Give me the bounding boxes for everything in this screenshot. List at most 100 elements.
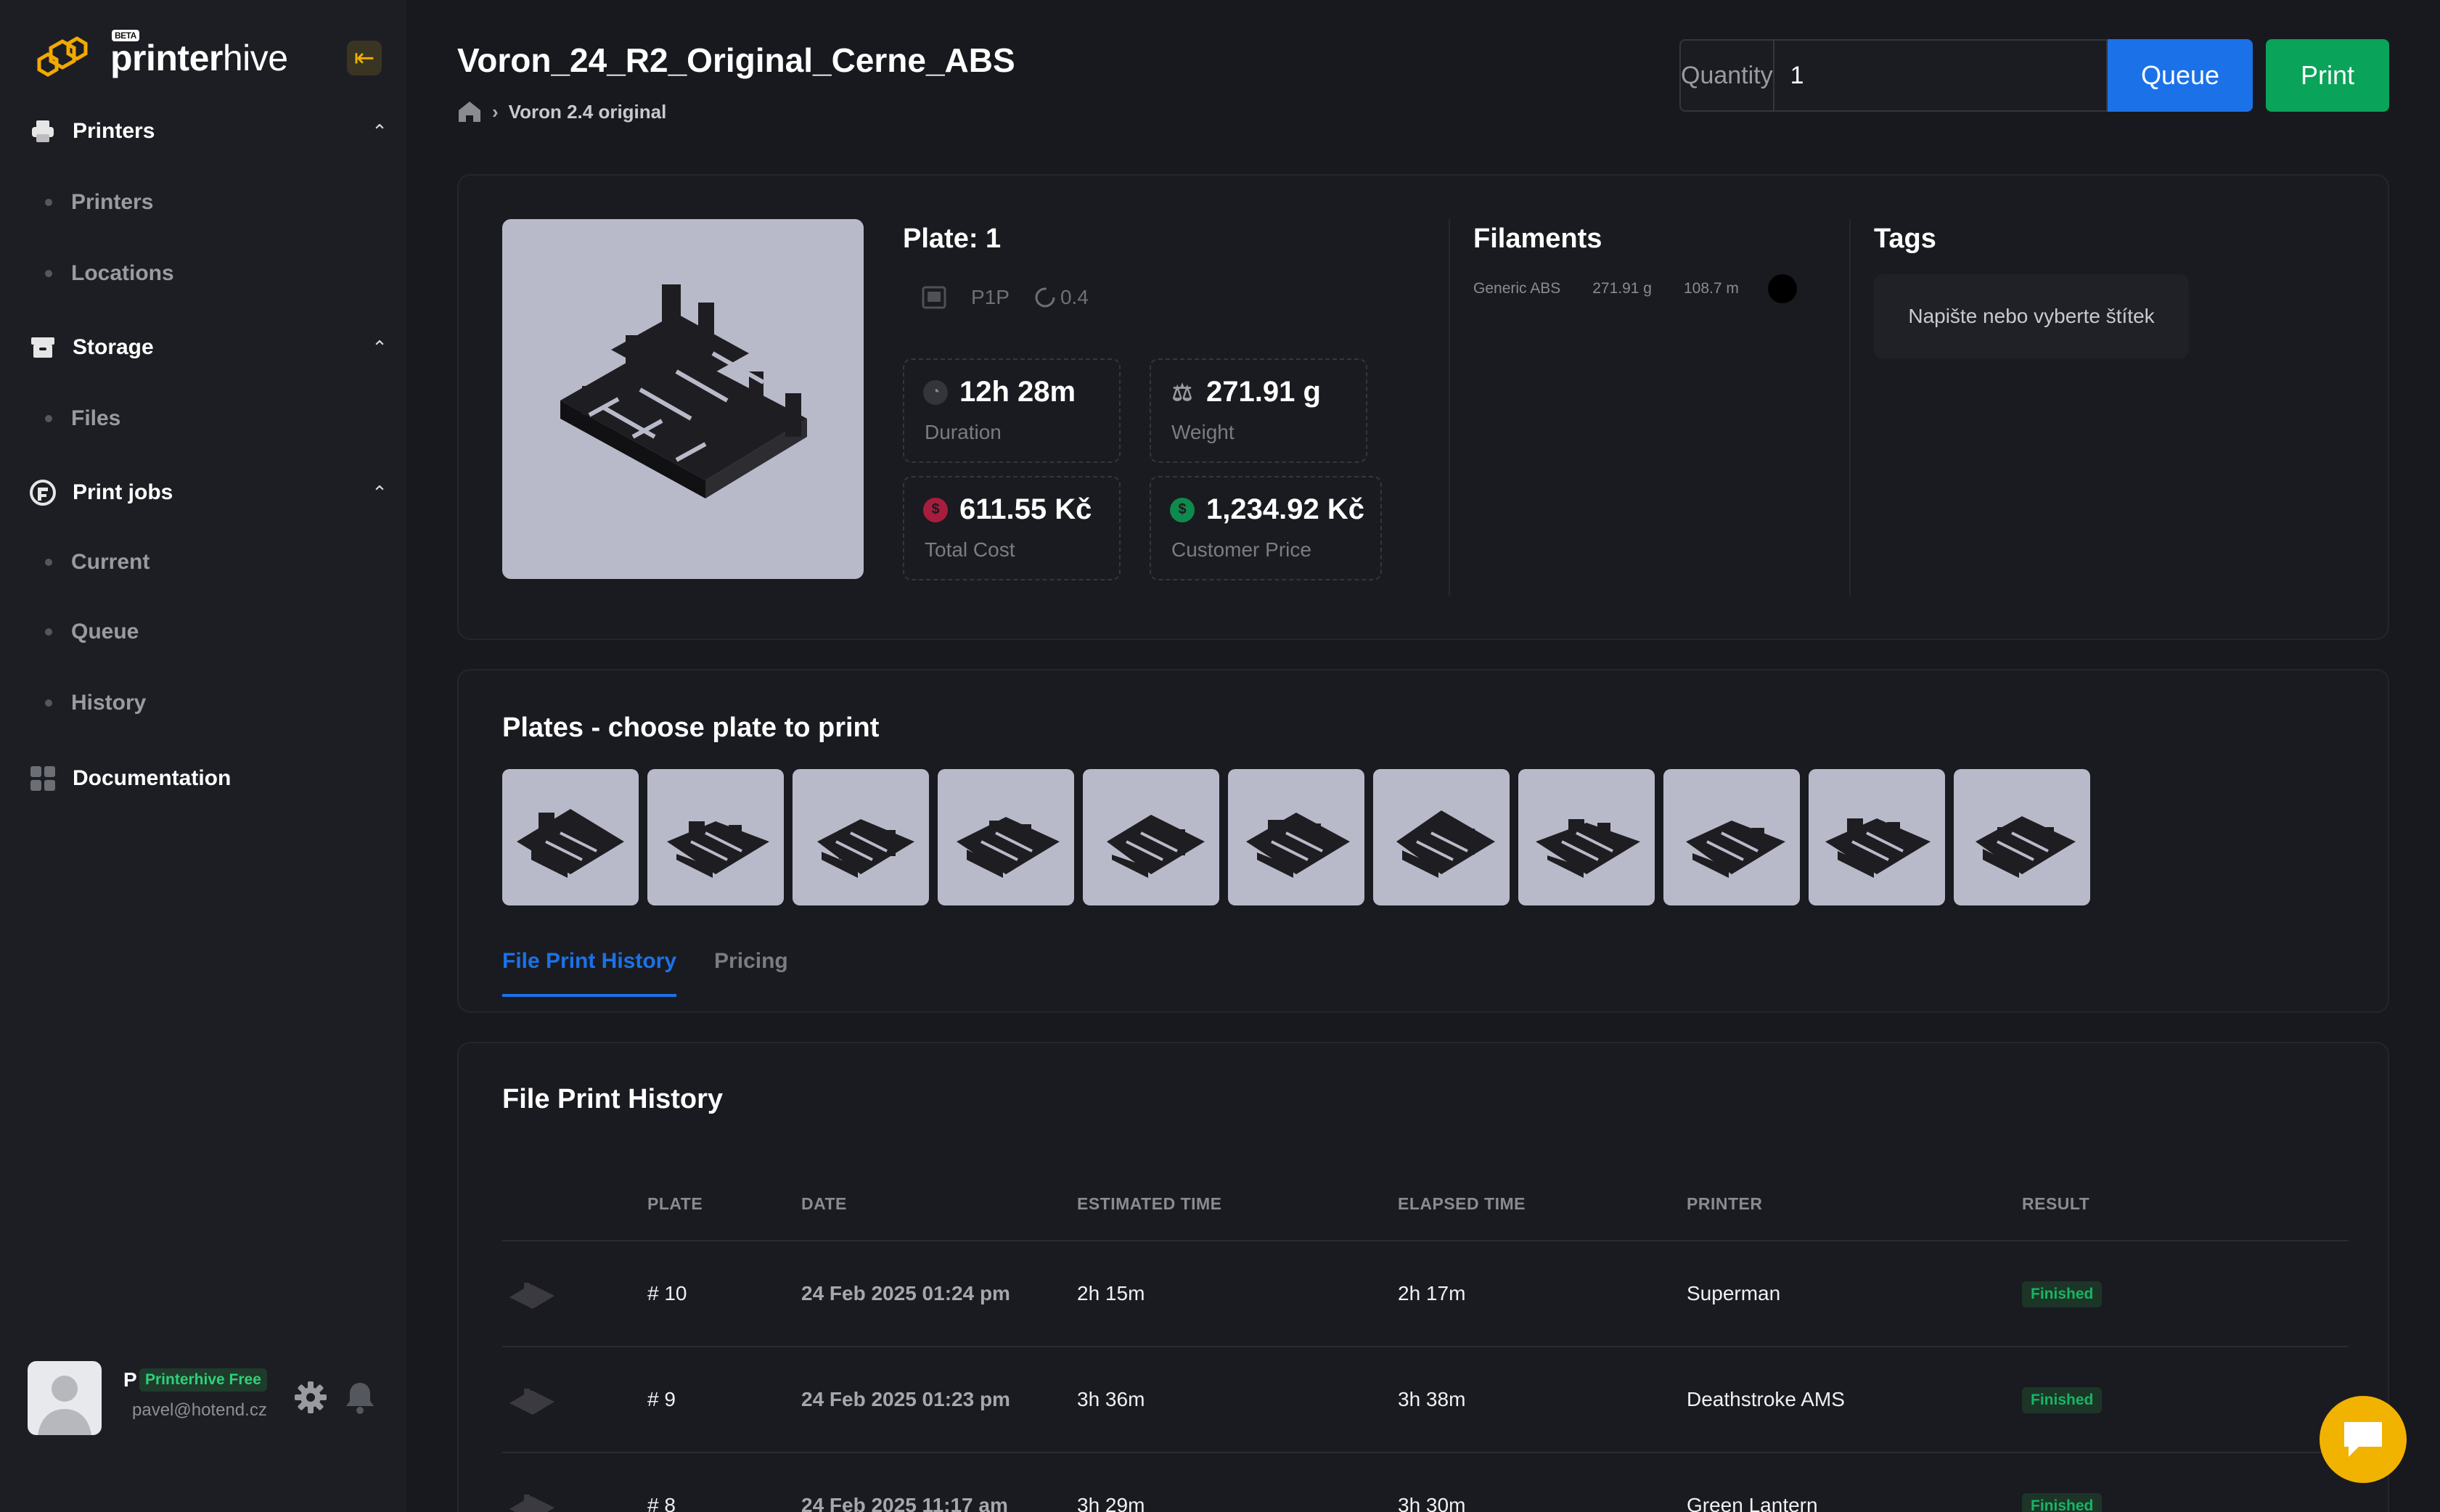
cell-result: Finished: [2022, 1241, 2349, 1347]
plate-thumbnail[interactable]: [1954, 769, 2090, 905]
user-email: pavel@hotend.cz: [132, 1400, 267, 1420]
plate-thumbnail[interactable]: [502, 769, 639, 905]
plate-thumbnail[interactable]: [647, 769, 784, 905]
nav-section-label: Print jobs: [73, 480, 173, 504]
tab-file-print-history[interactable]: File Print History: [502, 949, 677, 997]
sidebar-item-label: Queue: [71, 620, 139, 644]
customer-price-value: 1,234.92 Kč: [1206, 493, 1364, 525]
filaments-title: Filaments: [1473, 223, 1602, 254]
printer-icon: [28, 116, 58, 147]
plate-thumbnail[interactable]: [1809, 769, 1945, 905]
avatar[interactable]: [28, 1361, 102, 1435]
table-row[interactable]: # 8 24 Feb 2025 11:17 am 3h 29m 3h 30m Green…: [502, 1453, 2349, 1512]
status-badge: Finished: [2022, 1281, 2103, 1307]
chevron-up-icon: ⌃: [372, 120, 388, 142]
sidebar: BETA printerhive ⇤ Printers ⌃ Printers L…: [0, 0, 406, 1512]
tag-input[interactable]: Napište nebo vyberte štítek: [1874, 274, 2189, 358]
bullet-icon: [45, 628, 52, 636]
cell-date: # 9 24 Feb 2025 01:23 pm: [647, 1347, 1077, 1453]
bullet-icon: [45, 415, 52, 422]
dollar-green-icon: $: [1170, 497, 1195, 522]
scale-icon: ⚖: [1171, 379, 1193, 406]
column-header: PLATE DATE: [647, 1168, 1077, 1241]
sidebar-item-printers[interactable]: Printers: [45, 190, 153, 215]
weight-label: Weight: [1171, 421, 1235, 443]
cell-date: # 10 24 Feb 2025 01:24 pm: [647, 1241, 1077, 1347]
brand-logo[interactable]: BETA printerhive: [35, 29, 288, 87]
user-initial: P: [123, 1368, 137, 1391]
gear-icon[interactable]: [293, 1380, 328, 1415]
filament-row: Generic ABS 271.91 g 108.7 m: [1473, 274, 1797, 303]
row-thumbnail: [502, 1241, 647, 1347]
plate-thumbnail[interactable]: [1663, 769, 1800, 905]
home-icon[interactable]: [457, 100, 482, 123]
quantity-input[interactable]: [1774, 41, 2112, 110]
row-thumbnail: [502, 1453, 647, 1512]
nav-section-printers[interactable]: Printers ⌃: [28, 116, 390, 147]
dollar-red-icon: $: [923, 497, 948, 522]
plate-thumbnail[interactable]: [793, 769, 929, 905]
plate-mini-icon: [509, 1282, 554, 1309]
cell-plate: # 10: [647, 1282, 687, 1304]
cell-estimated: 2h 15m: [1077, 1241, 1398, 1347]
sidebar-item-locations[interactable]: Locations: [45, 261, 174, 286]
breadcrumb-item[interactable]: Voron 2.4 original: [509, 101, 667, 123]
weight-stat: ⚖ 271.91 g Weight: [1150, 358, 1367, 463]
bullet-icon: [45, 199, 52, 206]
collapse-sidebar-button[interactable]: ⇤: [347, 41, 382, 75]
tab-pricing[interactable]: Pricing: [714, 949, 788, 997]
cell-date: # 8 24 Feb 2025 11:17 am: [647, 1453, 1077, 1512]
column-header: ELAPSED TIME: [1398, 1168, 1687, 1241]
plate-thumbnail[interactable]: [1083, 769, 1219, 905]
table-row[interactable]: # 9 24 Feb 2025 01:23 pm 3h 36m 3h 38m Death…: [502, 1347, 2349, 1453]
total-cost-label: Total Cost: [925, 538, 1015, 561]
cell-estimated: 3h 29m: [1077, 1453, 1398, 1512]
column-header: RESULT: [2022, 1168, 2349, 1241]
column-header-date: DATE: [801, 1194, 847, 1213]
sidebar-item-queue[interactable]: Queue: [45, 620, 139, 644]
nav-section-print-jobs[interactable]: Print jobs ⌃: [28, 477, 390, 508]
nav-documentation[interactable]: Documentation: [28, 763, 390, 794]
nav-section-storage[interactable]: Storage ⌃: [28, 332, 390, 363]
plate-thumbnail[interactable]: [938, 769, 1074, 905]
cell-plate: # 8: [647, 1494, 676, 1512]
chat-button[interactable]: [2320, 1396, 2407, 1483]
storage-box-icon: [28, 332, 58, 363]
column-header: ESTIMATED TIME: [1077, 1168, 1398, 1241]
weight-value: 271.91 g: [1206, 376, 1321, 408]
grid-icon: [28, 763, 58, 794]
table-row[interactable]: # 10 24 Feb 2025 01:24 pm 2h 15m 2h 17m Supe…: [502, 1241, 2349, 1347]
duration-stat: ◔ 12h 28m Duration: [903, 358, 1121, 463]
plate-mini-icon: [509, 1388, 554, 1415]
plate-thumbnail[interactable]: [1228, 769, 1364, 905]
sidebar-item-files[interactable]: Files: [45, 406, 120, 431]
sidebar-item-history[interactable]: History: [45, 691, 146, 715]
bell-icon[interactable]: [344, 1380, 376, 1415]
plates-card: Plates - choose plate to print File Prin…: [457, 669, 2389, 1013]
user-profile[interactable]: P Printerhive Free pavel@hotend.cz: [28, 1358, 390, 1435]
cell-elapsed: 2h 17m: [1398, 1241, 1687, 1347]
duration-label: Duration: [925, 421, 1002, 443]
nozzle-icon: [1035, 287, 1055, 308]
column-header: PRINTER: [1687, 1168, 2022, 1241]
quantity-group: Quantity: [1679, 39, 2112, 112]
plate-mini-icon: [509, 1494, 554, 1512]
chat-bubble-icon: [2344, 1422, 2382, 1457]
queue-button[interactable]: Queue: [2108, 39, 2253, 112]
quantity-label: Quantity: [1681, 41, 1774, 110]
print-button[interactable]: Print: [2266, 39, 2389, 112]
nav-section-label: Storage: [73, 335, 154, 359]
printer-model-icon: [922, 286, 946, 309]
customer-price-stat: $1,234.92 Kč Customer Price: [1150, 476, 1382, 580]
nav-section-label: Printers: [73, 119, 155, 143]
cell-printer: Green Lantern: [1687, 1453, 2022, 1512]
plate-thumbnail[interactable]: [1373, 769, 1510, 905]
duration-value: 12h 28m: [959, 376, 1076, 408]
sidebar-item-current[interactable]: Current: [45, 550, 150, 575]
row-thumbnail: [502, 1347, 647, 1453]
sidebar-item-label: Current: [71, 550, 150, 574]
cell-elapsed: 3h 30m: [1398, 1453, 1687, 1512]
plate-thumbnail[interactable]: [1518, 769, 1655, 905]
plate-title: Plate: 1: [903, 223, 1002, 254]
filament-weight: 271.91 g: [1592, 280, 1652, 297]
